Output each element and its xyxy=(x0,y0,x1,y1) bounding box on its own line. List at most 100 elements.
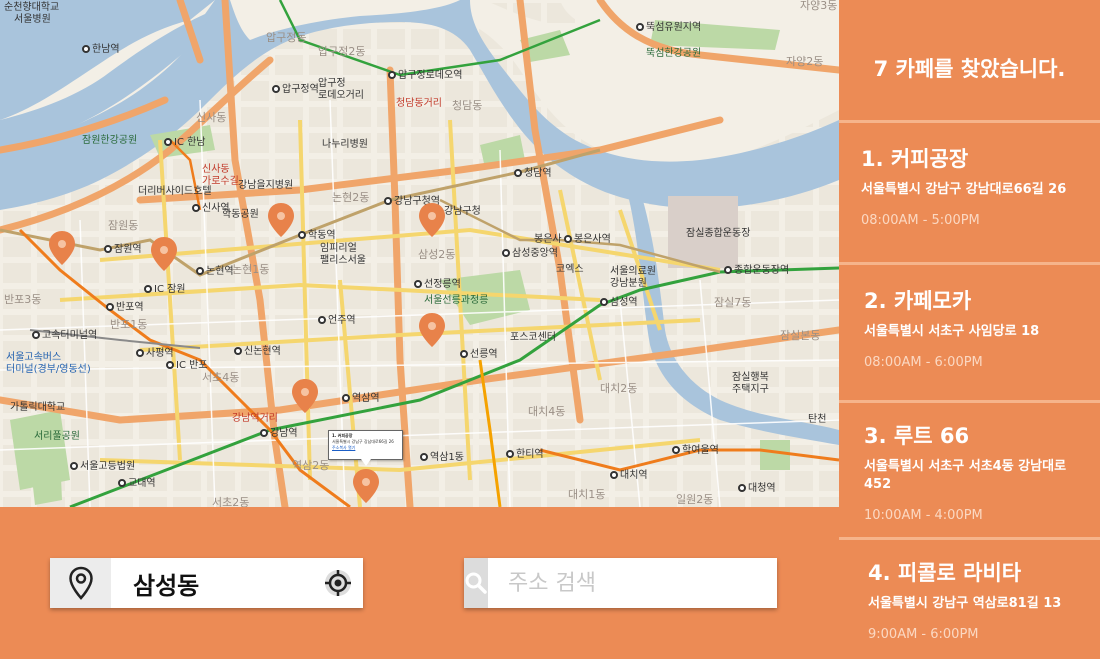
map-label-text: 포스코센터 xyxy=(510,332,556,343)
map-label: 청담동거리 xyxy=(396,98,442,110)
station-icon xyxy=(460,350,468,358)
map-label-text: 뚝섬유원지역 xyxy=(646,22,702,33)
location-box[interactable]: 삼성동 xyxy=(50,558,363,608)
map-label: 반포1동 xyxy=(110,319,147,331)
map-label-text: 한티역 xyxy=(516,449,544,460)
map-label: 청담역 xyxy=(514,168,552,180)
station-icon xyxy=(318,316,326,324)
map-pin-icon xyxy=(50,558,111,608)
map-label-text: 대치2동 xyxy=(600,382,638,395)
station-icon xyxy=(514,169,522,177)
map-label: 서울선릉과정릉 xyxy=(424,295,488,307)
map-label: 뚝섬한강공원 xyxy=(646,48,701,60)
address-search-box[interactable] xyxy=(464,558,782,608)
address-search-input[interactable] xyxy=(488,558,782,608)
map-label-text: 압구정동 xyxy=(266,31,307,44)
map-label-text: 논현1동 xyxy=(232,263,270,276)
map-label: 압구정2동 xyxy=(318,46,365,58)
map-label: 서리풀공원 xyxy=(34,431,80,443)
map-label: 반포역 xyxy=(106,302,144,314)
map-label: 압구정로데오역 xyxy=(388,70,462,82)
map-label-text: 서울고속버스 터미널(경부/영동선) xyxy=(6,352,91,375)
map-view[interactable]: 순천향대학교 서울병원 한남역 압구정동 압구정2동 압구정로데오역 뚝섬유원지역 자양3동 뚝… xyxy=(0,0,839,507)
map-label: 잠원한강공원 xyxy=(82,135,137,147)
map-label-text: 압구정 로데오거리 xyxy=(318,78,364,101)
cafe-hours: 08:00AM - 5:00PM xyxy=(861,213,980,228)
map-label-text: 강남역거리 xyxy=(232,413,278,424)
map-label: 종합운동장역 xyxy=(724,265,789,277)
map-label-text: 순천향대학교 xyxy=(4,2,60,13)
map-label-text: 서리풀공원 xyxy=(34,431,80,442)
map-label-text: 뚝섬한강공원 xyxy=(646,48,702,59)
map-label-text: 반포3동 xyxy=(4,293,42,306)
cafe-name: 2. 카페모카 xyxy=(864,289,972,313)
station-icon xyxy=(672,446,680,454)
station-icon xyxy=(636,23,644,31)
search-icon[interactable] xyxy=(464,558,488,608)
cafe-pin[interactable] xyxy=(418,202,446,238)
map-label-text: IC 잠원 xyxy=(154,284,186,295)
cafe-pin[interactable] xyxy=(150,236,178,272)
popup-link[interactable]: 주소복사 열기 xyxy=(332,445,399,451)
station-icon xyxy=(136,349,144,357)
map-label-text: 봉은사 xyxy=(534,234,562,245)
cafe-pin[interactable] xyxy=(291,378,319,414)
cafe-list-item[interactable]: 1. 커피공장 서울특별시 강남구 강남대로66길 26 08:00AM - 5… xyxy=(839,120,1100,262)
map-label-text: 임피리얼 팰리스서울 xyxy=(320,243,366,266)
map-label: 서울고등법원 xyxy=(70,461,135,473)
station-icon xyxy=(118,479,126,487)
map-label-text: 대치1동 xyxy=(568,488,606,501)
map-label: 탄천 xyxy=(808,414,826,426)
map-label: 서울병원 xyxy=(14,14,51,26)
cafe-pin[interactable] xyxy=(267,202,295,238)
map-label: 역삼1동 xyxy=(420,452,464,464)
station-icon xyxy=(600,298,608,306)
map-label-text: 일원2동 xyxy=(676,493,714,506)
station-icon xyxy=(32,331,40,339)
cafe-pin[interactable] xyxy=(418,312,446,348)
map-label: 한티역 xyxy=(506,449,544,461)
station-icon xyxy=(384,197,392,205)
map-label: 서울의료원 강남분원 xyxy=(610,266,656,290)
map-label-text: 사평역 xyxy=(146,348,174,359)
station-icon xyxy=(342,394,350,402)
station-icon xyxy=(564,235,572,243)
cafe-list-item[interactable]: 3. 루트 66 서울특별시 서초구 서초4동 강남대로 452 10:00AM… xyxy=(839,400,1100,537)
cafe-pin[interactable] xyxy=(48,230,76,266)
cafe-hours: 9:00AM - 6:00PM xyxy=(868,627,979,642)
map-label-text: 신논현역 xyxy=(244,346,281,357)
map-label-text: 봉은사역 xyxy=(574,234,611,245)
cafe-list-item[interactable]: 2. 카페모카 서울특별시 서초구 사임당로 18 08:00AM - 6:00… xyxy=(839,262,1100,400)
map-label: 신사동 xyxy=(196,112,226,124)
map-label: 잠실행복 주택지구 xyxy=(732,372,769,396)
map-label: IC 한남 xyxy=(164,137,206,149)
map-label: 언주역 xyxy=(318,315,356,327)
map-label-text: 역삼2동 xyxy=(292,459,330,472)
crosshair-icon[interactable] xyxy=(313,558,363,608)
map-label-text: 삼성역 xyxy=(610,297,638,308)
map-label: 신사동 가로수길 xyxy=(202,164,239,188)
cafe-list-item[interactable]: 4. 피콜로 라비타 서울특별시 강남구 역삼로81길 13 9:00AM - … xyxy=(839,537,1100,659)
map-label-text: 잠실본동 xyxy=(780,329,821,342)
cafe-name: 4. 피콜로 라비타 xyxy=(868,561,1022,585)
map-label-text: 삼성중앙역 xyxy=(512,248,558,259)
map-label-text: 더리버사이드호텔 xyxy=(138,186,212,197)
map-label-text: 학동공원 xyxy=(222,209,259,220)
map-info-popup[interactable]: 1. 커피공장 서울특별시 강남구 강남대로66길 26 주소복사 열기 xyxy=(328,430,403,466)
map-label-text: IC 한남 xyxy=(174,137,206,148)
map-label: 강남역거리 xyxy=(232,413,278,425)
station-icon xyxy=(106,303,114,311)
map-label: 삼성2동 xyxy=(418,249,455,261)
cafe-pin-selected[interactable] xyxy=(352,468,380,504)
map-label-text: 자양3동 xyxy=(800,0,838,12)
map-label: 압구정역 xyxy=(272,84,319,96)
map-label: 교대역 xyxy=(118,478,156,490)
station-icon xyxy=(414,280,422,288)
map-label-text: 나누리병원 xyxy=(322,139,368,150)
cafe-address: 서울특별시 강남구 강남대로66길 26 xyxy=(861,182,1067,197)
map-label: 뚝섬유원지역 xyxy=(636,22,701,34)
map-label: 나누리병원 xyxy=(322,139,368,151)
map-label: 선릉역 xyxy=(460,349,498,361)
station-icon xyxy=(506,450,514,458)
map-label-text: 역삼역 xyxy=(352,393,380,404)
